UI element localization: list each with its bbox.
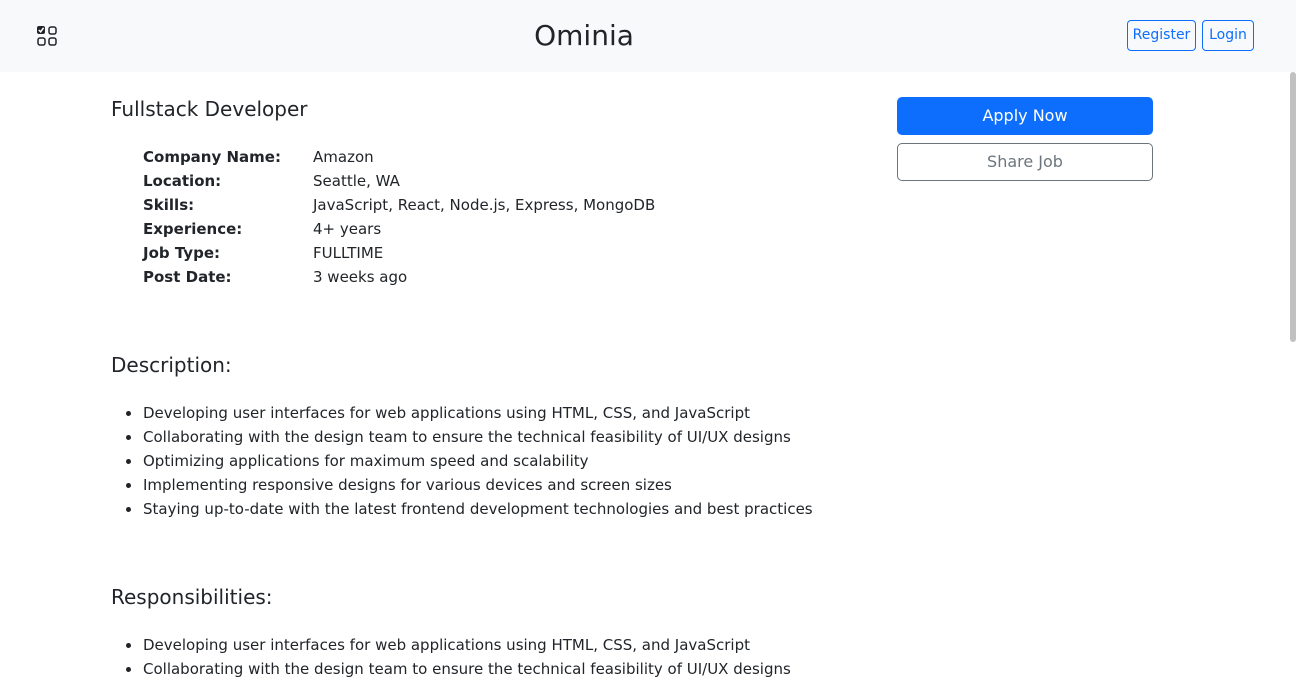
detail-label: Company Name:: [143, 148, 281, 166]
brand-title[interactable]: Ominia: [0, 17, 1168, 55]
job-type-value: FULLTIME: [313, 244, 384, 262]
company-value: Amazon: [313, 148, 374, 166]
post-date-value: 3 weeks ago: [313, 268, 408, 286]
detail-row-experience: Experience: 4+ years: [143, 217, 655, 241]
list-item: Collaborating with the design team to en…: [126, 657, 791, 681]
detail-row-company: Company Name: Amazon: [143, 145, 655, 169]
responsibilities-list: Developing user interfaces for web appli…: [126, 633, 791, 681]
detail-row-post-date: Post Date: 3 weeks ago: [143, 265, 655, 289]
detail-label: Experience:: [143, 220, 243, 238]
job-details: Company Name: Amazon Location: Seattle, …: [143, 145, 655, 289]
share-job-button[interactable]: Share Job: [897, 143, 1153, 181]
list-item: Collaborating with the design team to en…: [126, 425, 813, 449]
detail-label: Location:: [143, 172, 222, 190]
location-value: Seattle, WA: [313, 172, 400, 190]
job-title: Fullstack Developer: [111, 97, 308, 121]
detail-label: Skills:: [143, 196, 195, 214]
detail-row-location: Location: Seattle, WA: [143, 169, 655, 193]
list-item: Optimizing applications for maximum spee…: [126, 449, 813, 473]
list-item: Developing user interfaces for web appli…: [126, 633, 791, 657]
list-item: Staying up-to-date with the latest front…: [126, 497, 813, 521]
login-button[interactable]: Login: [1202, 20, 1254, 51]
page-scrollbar[interactable]: [1290, 72, 1296, 342]
detail-row-skills: Skills: JavaScript, React, Node.js, Expr…: [143, 193, 655, 217]
list-item: Developing user interfaces for web appli…: [126, 401, 813, 425]
responsibilities-heading: Responsibilities:: [111, 585, 273, 609]
detail-label: Job Type:: [143, 244, 220, 262]
apply-now-button[interactable]: Apply Now: [897, 97, 1153, 135]
detail-label: Post Date:: [143, 268, 232, 286]
description-list: Developing user interfaces for web appli…: [126, 401, 813, 521]
detail-row-job-type: Job Type: FULLTIME: [143, 241, 655, 265]
description-heading: Description:: [111, 353, 232, 377]
experience-value: 4+ years: [313, 220, 382, 238]
list-item: Implementing responsive designs for vari…: [126, 473, 813, 497]
navbar: Ominia Register Login: [0, 0, 1296, 72]
skills-value: JavaScript, React, Node.js, Express, Mon…: [313, 196, 656, 214]
register-button[interactable]: Register: [1127, 20, 1196, 51]
